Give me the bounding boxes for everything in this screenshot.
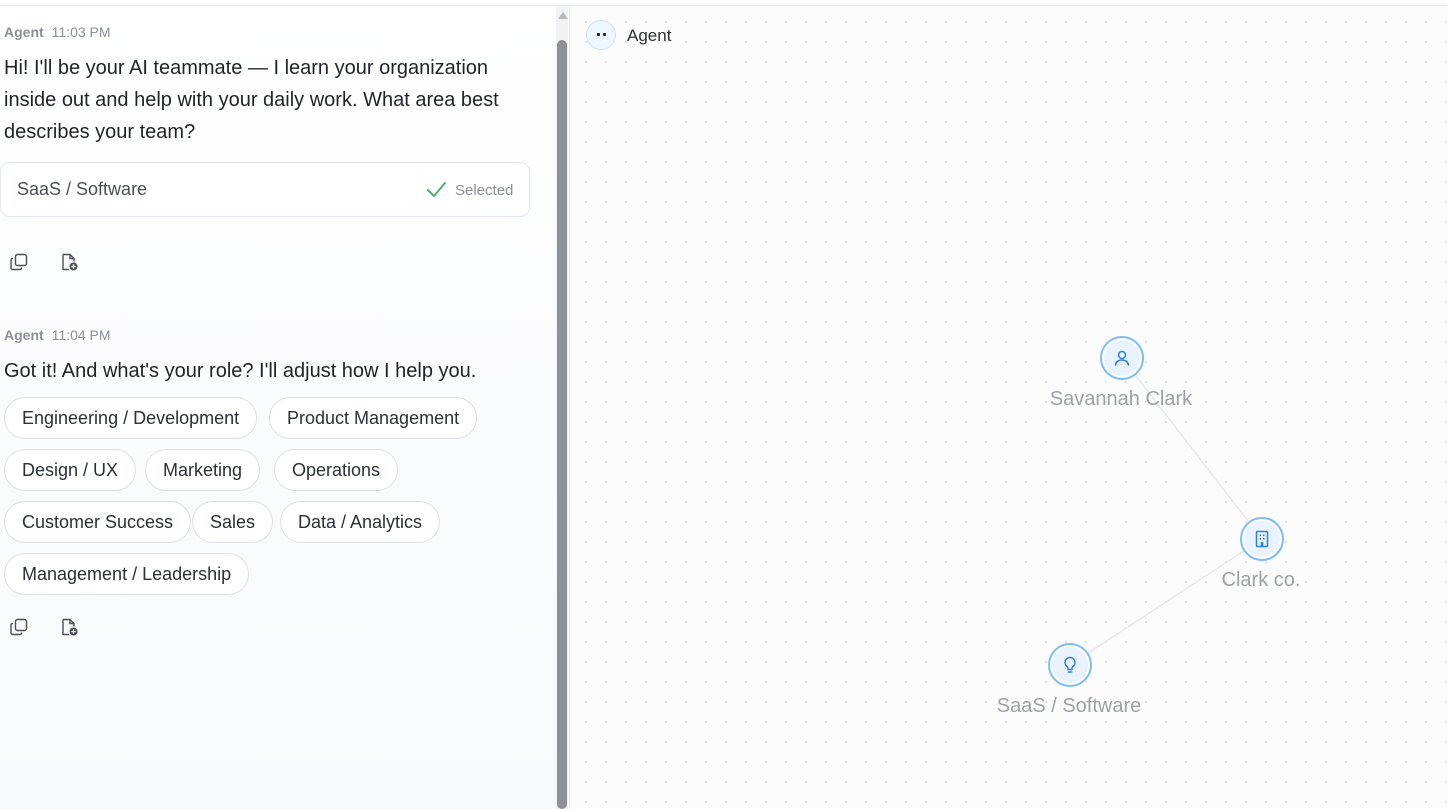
selected-state-label: Selected [455, 182, 514, 199]
message-text: Hi! I'll be your AI teammate — I learn y… [4, 57, 499, 143]
graph-edge [1121, 357, 1263, 540]
checkmark-icon [425, 178, 447, 200]
copy-icon[interactable] [9, 252, 29, 272]
save-to-file-icon[interactable] [59, 252, 79, 272]
graph-node-label: SaaS / Software [996, 695, 1142, 717]
message-time: 11:04 PM [51, 327, 111, 343]
scrollbar-thumb[interactable] [557, 40, 567, 809]
graph-edges [1069, 357, 1263, 666]
chat-scrollbar[interactable] [556, 6, 568, 809]
graph-edge [1069, 538, 1263, 666]
selected-option-card: SaaS / Software Selected [0, 162, 530, 217]
role-option-marketing[interactable]: Marketing [145, 449, 261, 491]
message-time: 11:03 PM [51, 24, 111, 40]
role-option-operations[interactable]: Operations [274, 449, 399, 491]
message-meta: Agent 11:03 PM [4, 24, 111, 40]
role-option-data-analytics[interactable]: Data / Analytics [280, 501, 441, 543]
role-option-management[interactable]: Management / Leadership [4, 553, 250, 595]
chat-panel: Agent 11:03 PM Hi! I'll be your AI teamma… [0, 6, 556, 809]
scroll-up-arrow-icon[interactable] [558, 12, 568, 19]
message-text: Got it! And what's your role? I'll adjus… [4, 360, 477, 382]
message-meta: Agent 11:04 PM [4, 327, 111, 343]
knowledge-graph-panel: Agent Savannah Clark Clark co. SaaS / So… [570, 6, 1447, 809]
graph-node-industry[interactable] [1048, 643, 1092, 687]
selected-option-label: SaaS / Software [17, 179, 148, 199]
role-option-sales[interactable]: Sales [192, 501, 274, 543]
message-author: Agent [4, 327, 44, 343]
graph-node-company[interactable] [1240, 517, 1284, 561]
lightbulb-icon [1048, 643, 1092, 687]
role-option-product-management[interactable]: Product Management [269, 397, 478, 439]
user-icon [1100, 336, 1144, 380]
message-author: Agent [4, 24, 44, 40]
role-option-design[interactable]: Design / UX [4, 449, 137, 491]
graph-node-person[interactable] [1100, 336, 1144, 380]
building-icon [1240, 517, 1284, 561]
graph-node-label: Savannah Clark [1049, 388, 1193, 410]
role-option-customer-success[interactable]: Customer Success [4, 501, 192, 543]
role-option-engineering[interactable]: Engineering / Development [4, 397, 258, 439]
copy-icon[interactable] [9, 617, 29, 637]
graph-node-label: Clark co. [1221, 569, 1301, 591]
save-to-file-icon[interactable] [59, 617, 79, 637]
